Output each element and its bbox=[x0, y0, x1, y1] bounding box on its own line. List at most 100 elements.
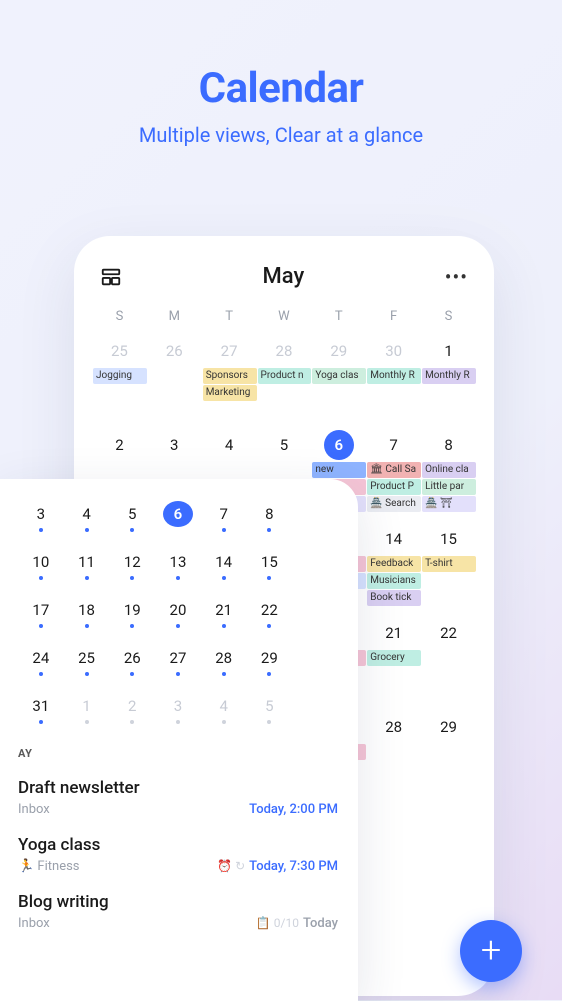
event-pill[interactable]: Sponsors bbox=[203, 368, 257, 384]
mini-day-number: 3 bbox=[163, 693, 193, 719]
month-day-cell[interactable]: 22 bbox=[421, 616, 476, 710]
event-pill[interactable]: Feedback bbox=[367, 556, 421, 572]
mini-day-cell[interactable]: 4 bbox=[201, 693, 247, 741]
month-day-cell[interactable]: 29 bbox=[421, 710, 476, 804]
mini-day-cell[interactable]: 6 bbox=[155, 501, 201, 549]
event-indicator-dot bbox=[130, 720, 134, 724]
task-indicators-icon: 📋 0/10 bbox=[256, 916, 299, 930]
event-pill[interactable]: Online cla bbox=[422, 462, 476, 478]
weekday-header: F bbox=[366, 303, 421, 334]
month-day-cell[interactable]: 14FeedbackMusiciansBook tick bbox=[366, 522, 421, 616]
mini-day-cell[interactable]: 7 bbox=[201, 501, 247, 549]
mini-day-cell[interactable] bbox=[292, 501, 338, 549]
mini-day-cell[interactable]: 14 bbox=[201, 549, 247, 597]
mini-day-cell[interactable]: 3 bbox=[18, 501, 64, 549]
more-menu-icon[interactable]: ••• bbox=[445, 265, 468, 289]
mini-day-cell[interactable]: 1 bbox=[64, 693, 110, 741]
mini-day-cell[interactable]: 5 bbox=[247, 693, 293, 741]
hero-header: Calendar Multiple views, Clear at a glan… bbox=[0, 0, 562, 147]
mini-day-number: 4 bbox=[209, 693, 239, 719]
month-day-cell[interactable]: 7🏛 Call SaProduct P🏯 Search bbox=[366, 428, 421, 522]
page-subtitle: Multiple views, Clear at a glance bbox=[0, 123, 562, 147]
event-pill[interactable]: Musicians bbox=[367, 573, 421, 589]
mini-day-cell[interactable]: 24 bbox=[18, 645, 64, 693]
mini-day-cell[interactable]: 13 bbox=[155, 549, 201, 597]
event-pill[interactable]: T-shirt bbox=[422, 556, 476, 572]
month-day-cell[interactable]: 28Product n bbox=[257, 334, 312, 428]
mini-day-number: 13 bbox=[163, 549, 193, 575]
month-day-cell[interactable]: 28 bbox=[366, 710, 421, 804]
month-day-cell[interactable]: 8Online claLittle par🏯 ⛩ bbox=[421, 428, 476, 522]
day-number: 21 bbox=[379, 618, 409, 648]
event-indicator-dot bbox=[267, 624, 271, 628]
event-pill[interactable]: 🏯 Search bbox=[367, 496, 421, 512]
mini-day-cell[interactable]: 27 bbox=[155, 645, 201, 693]
mini-day-number: 2 bbox=[117, 693, 147, 719]
mini-month-grid: 3456781011121314151718192021222425262728… bbox=[18, 501, 338, 741]
mini-day-number: 22 bbox=[254, 597, 284, 623]
task-time: Today, 7:30 PM bbox=[249, 859, 338, 874]
month-day-cell[interactable]: 15T-shirt bbox=[421, 522, 476, 616]
month-day-cell[interactable]: 30Monthly R bbox=[366, 334, 421, 428]
mini-day-number: 31 bbox=[26, 693, 56, 719]
event-pill[interactable]: Grocery bbox=[367, 650, 421, 666]
event-pill[interactable]: Product n bbox=[258, 368, 312, 384]
task-item[interactable]: Blog writingInbox📋 0/10Today bbox=[18, 884, 338, 941]
mini-day-cell[interactable]: 3 bbox=[155, 693, 201, 741]
month-day-cell[interactable]: 21 Grocery bbox=[366, 616, 421, 710]
event-indicator-dot bbox=[267, 720, 271, 724]
mini-day-cell[interactable]: 31 bbox=[18, 693, 64, 741]
mini-day-cell[interactable] bbox=[292, 597, 338, 645]
mini-day-cell[interactable]: 26 bbox=[109, 645, 155, 693]
task-item[interactable]: Yoga class🏃 Fitness⏰ ↻Today, 7:30 PM bbox=[18, 827, 338, 884]
mini-day-number: 28 bbox=[209, 645, 239, 671]
mini-day-cell[interactable]: 29 bbox=[247, 645, 293, 693]
mini-day-cell[interactable] bbox=[292, 549, 338, 597]
event-pill[interactable]: Marketing bbox=[203, 385, 257, 401]
task-item[interactable]: Draft newsletterInboxToday, 2:00 PM bbox=[18, 770, 338, 827]
mini-day-cell[interactable]: 28 bbox=[201, 645, 247, 693]
mini-day-cell[interactable] bbox=[292, 693, 338, 741]
event-pill[interactable]: Monthly R bbox=[422, 368, 476, 384]
event-pill[interactable]: Monthly R bbox=[367, 368, 421, 384]
mini-day-cell[interactable]: 21 bbox=[201, 597, 247, 645]
event-pill[interactable]: new bbox=[312, 462, 366, 478]
event-pill[interactable]: 🏛 Call Sa bbox=[367, 462, 421, 478]
event-indicator-dot bbox=[85, 528, 89, 532]
mini-day-cell[interactable]: 18 bbox=[64, 597, 110, 645]
event-pill[interactable]: Yoga clas bbox=[312, 368, 366, 384]
mini-day-cell[interactable]: 10 bbox=[18, 549, 64, 597]
mini-day-cell[interactable]: 17 bbox=[18, 597, 64, 645]
view-switch-icon[interactable] bbox=[100, 266, 122, 288]
month-day-cell[interactable]: 27SponsorsMarketing bbox=[202, 334, 257, 428]
plus-icon: + bbox=[481, 932, 501, 968]
event-pill[interactable]: Book tick bbox=[367, 590, 421, 606]
mini-day-cell[interactable]: 4 bbox=[64, 501, 110, 549]
mini-day-cell[interactable]: 15 bbox=[247, 549, 293, 597]
mini-day-cell[interactable]: 20 bbox=[155, 597, 201, 645]
month-title[interactable]: May bbox=[263, 264, 305, 289]
mini-day-cell[interactable]: 8 bbox=[247, 501, 293, 549]
add-task-button[interactable]: + bbox=[460, 920, 522, 982]
month-day-cell[interactable]: 25Jogging bbox=[92, 334, 147, 428]
mini-day-cell[interactable]: 5 bbox=[109, 501, 155, 549]
month-day-cell[interactable]: 1Monthly R bbox=[421, 334, 476, 428]
event-indicator-dot bbox=[222, 672, 226, 676]
mini-day-number: 11 bbox=[72, 549, 102, 575]
mini-day-cell[interactable]: 11 bbox=[64, 549, 110, 597]
mini-day-cell[interactable]: 19 bbox=[109, 597, 155, 645]
mini-day-cell[interactable]: 2 bbox=[109, 693, 155, 741]
event-pill[interactable]: 🏯 ⛩ bbox=[422, 496, 476, 512]
mini-day-cell[interactable]: 12 bbox=[109, 549, 155, 597]
mini-day-number: 15 bbox=[254, 549, 284, 575]
month-day-cell[interactable]: 29Yoga clas bbox=[311, 334, 366, 428]
month-day-cell[interactable]: 26 bbox=[147, 334, 202, 428]
agenda-card: 3456781011121314151718192021222425262728… bbox=[0, 479, 358, 1001]
event-pill[interactable]: Jogging bbox=[93, 368, 147, 384]
weekday-header: S bbox=[92, 303, 147, 334]
event-pill[interactable]: Product P bbox=[367, 479, 421, 495]
mini-day-cell[interactable] bbox=[292, 645, 338, 693]
mini-day-cell[interactable]: 25 bbox=[64, 645, 110, 693]
mini-day-cell[interactable]: 22 bbox=[247, 597, 293, 645]
event-pill[interactable]: Little par bbox=[422, 479, 476, 495]
